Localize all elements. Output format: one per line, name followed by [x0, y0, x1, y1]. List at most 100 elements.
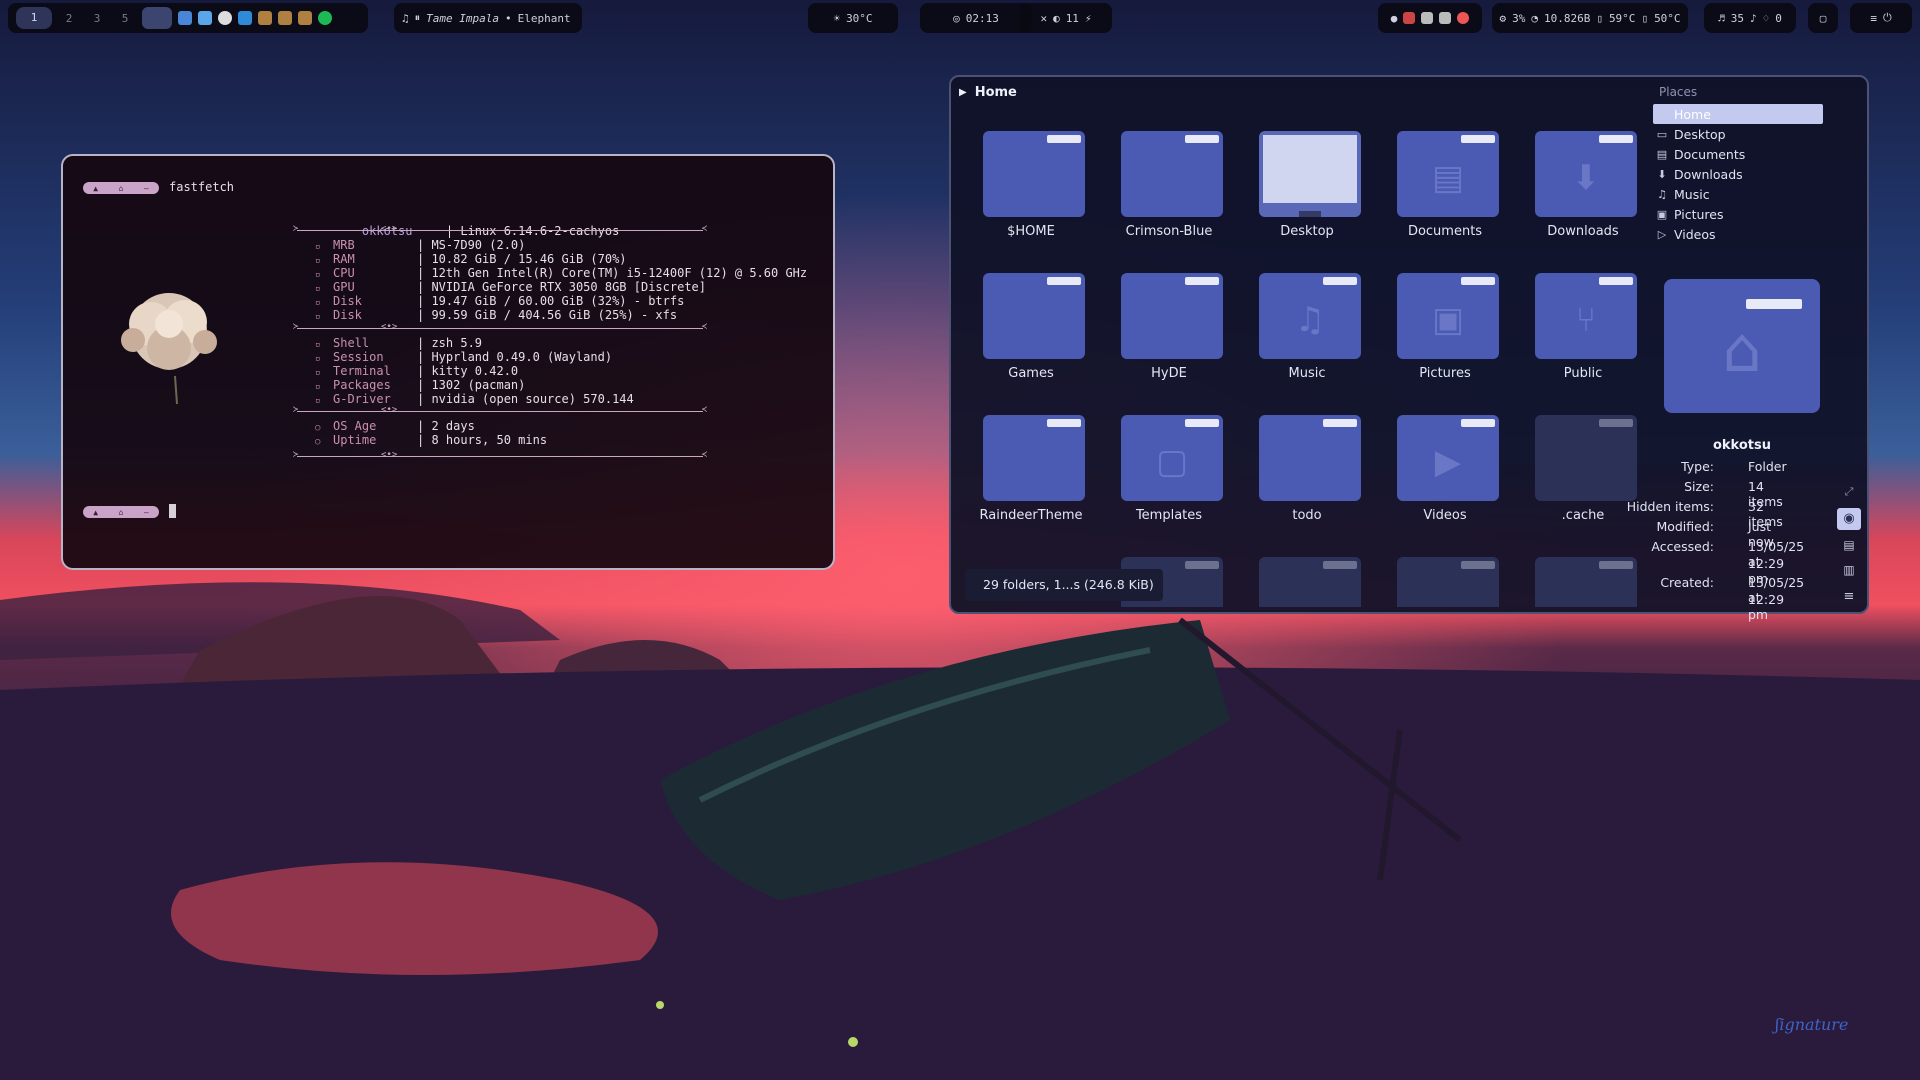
folder-pictures[interactable]: ▣ Pictures — [1385, 263, 1505, 393]
folder-icon — [1397, 557, 1499, 607]
folder-public[interactable]: ⑂ Public — [1523, 263, 1643, 393]
workspace-5[interactable]: 5 — [114, 12, 136, 25]
folder-hyde[interactable]: HyDE — [1109, 263, 1229, 393]
info-hidden-label: Hidden items: — [1626, 499, 1714, 514]
mic-icon[interactable]: ● — [1391, 12, 1398, 25]
vscode-app-icon[interactable] — [238, 11, 252, 25]
home-icon: ⌂ — [118, 507, 124, 517]
folder-downloads[interactable]: ⬇ Downloads — [1523, 121, 1643, 251]
place-label: Desktop — [1674, 126, 1726, 142]
breadcrumb-home[interactable]: Home — [975, 85, 1017, 100]
ff-value: NVIDIA GeForce RTX 3050 8GB [Discrete] — [431, 280, 706, 294]
place-downloads[interactable]: ⬇ Downloads — [1656, 165, 1742, 183]
place-music[interactable]: ♫ Music — [1656, 185, 1710, 203]
tray-app-icon-3[interactable] — [1439, 12, 1452, 24]
folder-todo[interactable]: todo — [1247, 405, 1367, 535]
breadcrumb[interactable]: ▶ Home — [959, 85, 1017, 100]
folder-label: Public — [1563, 366, 1603, 381]
home-icon: ⌂ — [1658, 107, 1666, 121]
ff-value: Hyprland 0.49.0 (Wayland) — [431, 350, 613, 364]
columns-icon[interactable]: ▥ — [1842, 563, 1856, 577]
audio-widget[interactable]: ♬ 35 ♪ ♢ 0 — [1704, 3, 1796, 33]
weather-widget[interactable]: ☀ 30°C — [808, 3, 898, 33]
pause-icon[interactable]: ⏸ — [415, 11, 421, 25]
folder-icon — [1121, 273, 1223, 359]
ff-pipe: | — [417, 419, 432, 433]
ff-value: 1302 (pacman) — [431, 378, 526, 392]
notification-widget[interactable]: ✕ ◐ 11 ⚡ — [1020, 3, 1112, 33]
system-stats[interactable]: ⚙ 3% ◔ 10.826B ▯ 59°C ▯ 50°C — [1492, 3, 1688, 33]
folder-icon: ⬇ — [1535, 131, 1637, 217]
spotify-app-icon[interactable] — [318, 11, 332, 25]
separator-arrow-icon: ≺ — [701, 405, 707, 415]
tray-app-icon-1[interactable] — [1403, 12, 1416, 24]
ff-key: OS Age — [333, 419, 377, 433]
folder-label: RaindeerTheme — [979, 508, 1083, 523]
terminal-command: fastfetch — [169, 180, 235, 194]
workspace-3[interactable]: 3 — [86, 12, 108, 25]
media-widget[interactable]: ♫ ⏸ Tame Impala • Elephant — [394, 3, 582, 33]
hamburger-menu-icon[interactable]: ≡ — [1842, 589, 1856, 604]
terminal-window[interactable]: ▲ ⌂ — fastfetch okkotsu | Linux 6.14.6-2-ca… — [61, 154, 835, 570]
menu-icon[interactable]: ≡ — [1870, 12, 1877, 25]
ff-separator-1: ≻ <•> ≺ — [293, 224, 707, 234]
pin-icon[interactable]: ⤢ — [1842, 485, 1856, 499]
info-accessed-label: Accessed: — [1651, 539, 1714, 554]
headphones-icon: ◎ — [953, 11, 960, 25]
folder-videos[interactable]: ▶ Videos — [1385, 405, 1505, 535]
folder-partial[interactable] — [1385, 547, 1505, 607]
folder-templates[interactable]: ▢ Templates — [1109, 405, 1229, 535]
separator-arrow-icon: ≺ — [701, 450, 707, 460]
ff-value: zsh 5.9 — [431, 336, 483, 350]
workspace-1[interactable]: 1 — [16, 7, 52, 29]
cursor-block[interactable] — [169, 504, 176, 518]
tray-app-icon-4[interactable] — [1457, 12, 1470, 24]
downloads-icon: ⬇ — [1657, 167, 1667, 181]
ff-user: okkotsu — [361, 224, 413, 238]
game-app-icon-2[interactable] — [278, 11, 292, 25]
status-text: 29 folders, 1...s (246.8 KiB) — [983, 577, 1154, 592]
power-widget[interactable]: ≡ ⏻ — [1850, 3, 1912, 33]
folder-desktop[interactable]: Desktop — [1247, 121, 1367, 251]
eye-icon[interactable]: ◉ — [1837, 508, 1861, 530]
folder-icon — [1259, 415, 1361, 501]
pictures-glyph-icon: ▣ — [1431, 300, 1465, 340]
place-home[interactable]: ⌂ Home — [1656, 105, 1711, 123]
folder-raindeertheme[interactable]: RaindeerTheme — [971, 405, 1091, 535]
place-pictures[interactable]: ▣ Pictures — [1656, 205, 1724, 223]
tray-app-icon-2[interactable] — [1421, 12, 1434, 24]
cpu-usage: 3% — [1512, 11, 1526, 25]
game-app-icon[interactable] — [258, 11, 272, 25]
place-desktop[interactable]: ▭ Desktop — [1656, 125, 1726, 143]
clipboard-widget[interactable]: ▢ — [1808, 3, 1838, 33]
folder-crimson-blue[interactable]: Crimson-Blue — [1109, 121, 1229, 251]
prompt-dash-icon: — — [143, 183, 149, 193]
folder-partial[interactable] — [1247, 547, 1367, 607]
ff-value: 8 hours, 50 mins — [431, 433, 548, 447]
weather-temp: 30°C — [846, 11, 873, 25]
place-videos[interactable]: ▷ Videos — [1656, 225, 1716, 243]
folder-home[interactable]: $HOME — [971, 121, 1091, 251]
folder-music[interactable]: ♫ Music — [1247, 263, 1367, 393]
game-app-icon-3[interactable] — [298, 11, 312, 25]
memory-icon: ◔ — [1531, 11, 1538, 25]
separator-arrow-icon: ≻ — [293, 450, 299, 460]
place-documents[interactable]: ▤ Documents — [1656, 145, 1745, 163]
ff-separator-4: ≻ <•> ≺ — [293, 450, 707, 460]
weather-icon: ☀ — [833, 11, 841, 25]
downloads-glyph-icon: ⬇ — [1571, 158, 1601, 198]
power-icon[interactable]: ⏻ — [1883, 11, 1892, 25]
clock-widget[interactable]: ◎ 02:13 — [920, 3, 1032, 33]
workspace-2[interactable]: 2 — [58, 12, 80, 25]
obs-app-icon[interactable] — [218, 11, 232, 25]
music-icon: ♫ — [1657, 187, 1667, 201]
file-manager-app-icon[interactable] — [178, 11, 192, 25]
drive-icon[interactable]: ▤ — [1842, 538, 1856, 552]
files-app-icon[interactable] — [198, 11, 212, 25]
kitty-app-icon[interactable] — [142, 7, 172, 29]
ff-separator-2: ≻ <•> ≺ — [293, 322, 707, 332]
folder-icon: ♫ — [1259, 273, 1361, 359]
folder-documents[interactable]: ▤ Documents — [1385, 121, 1505, 251]
folder-label: Crimson-Blue — [1125, 224, 1213, 239]
folder-games[interactable]: Games — [971, 263, 1091, 393]
